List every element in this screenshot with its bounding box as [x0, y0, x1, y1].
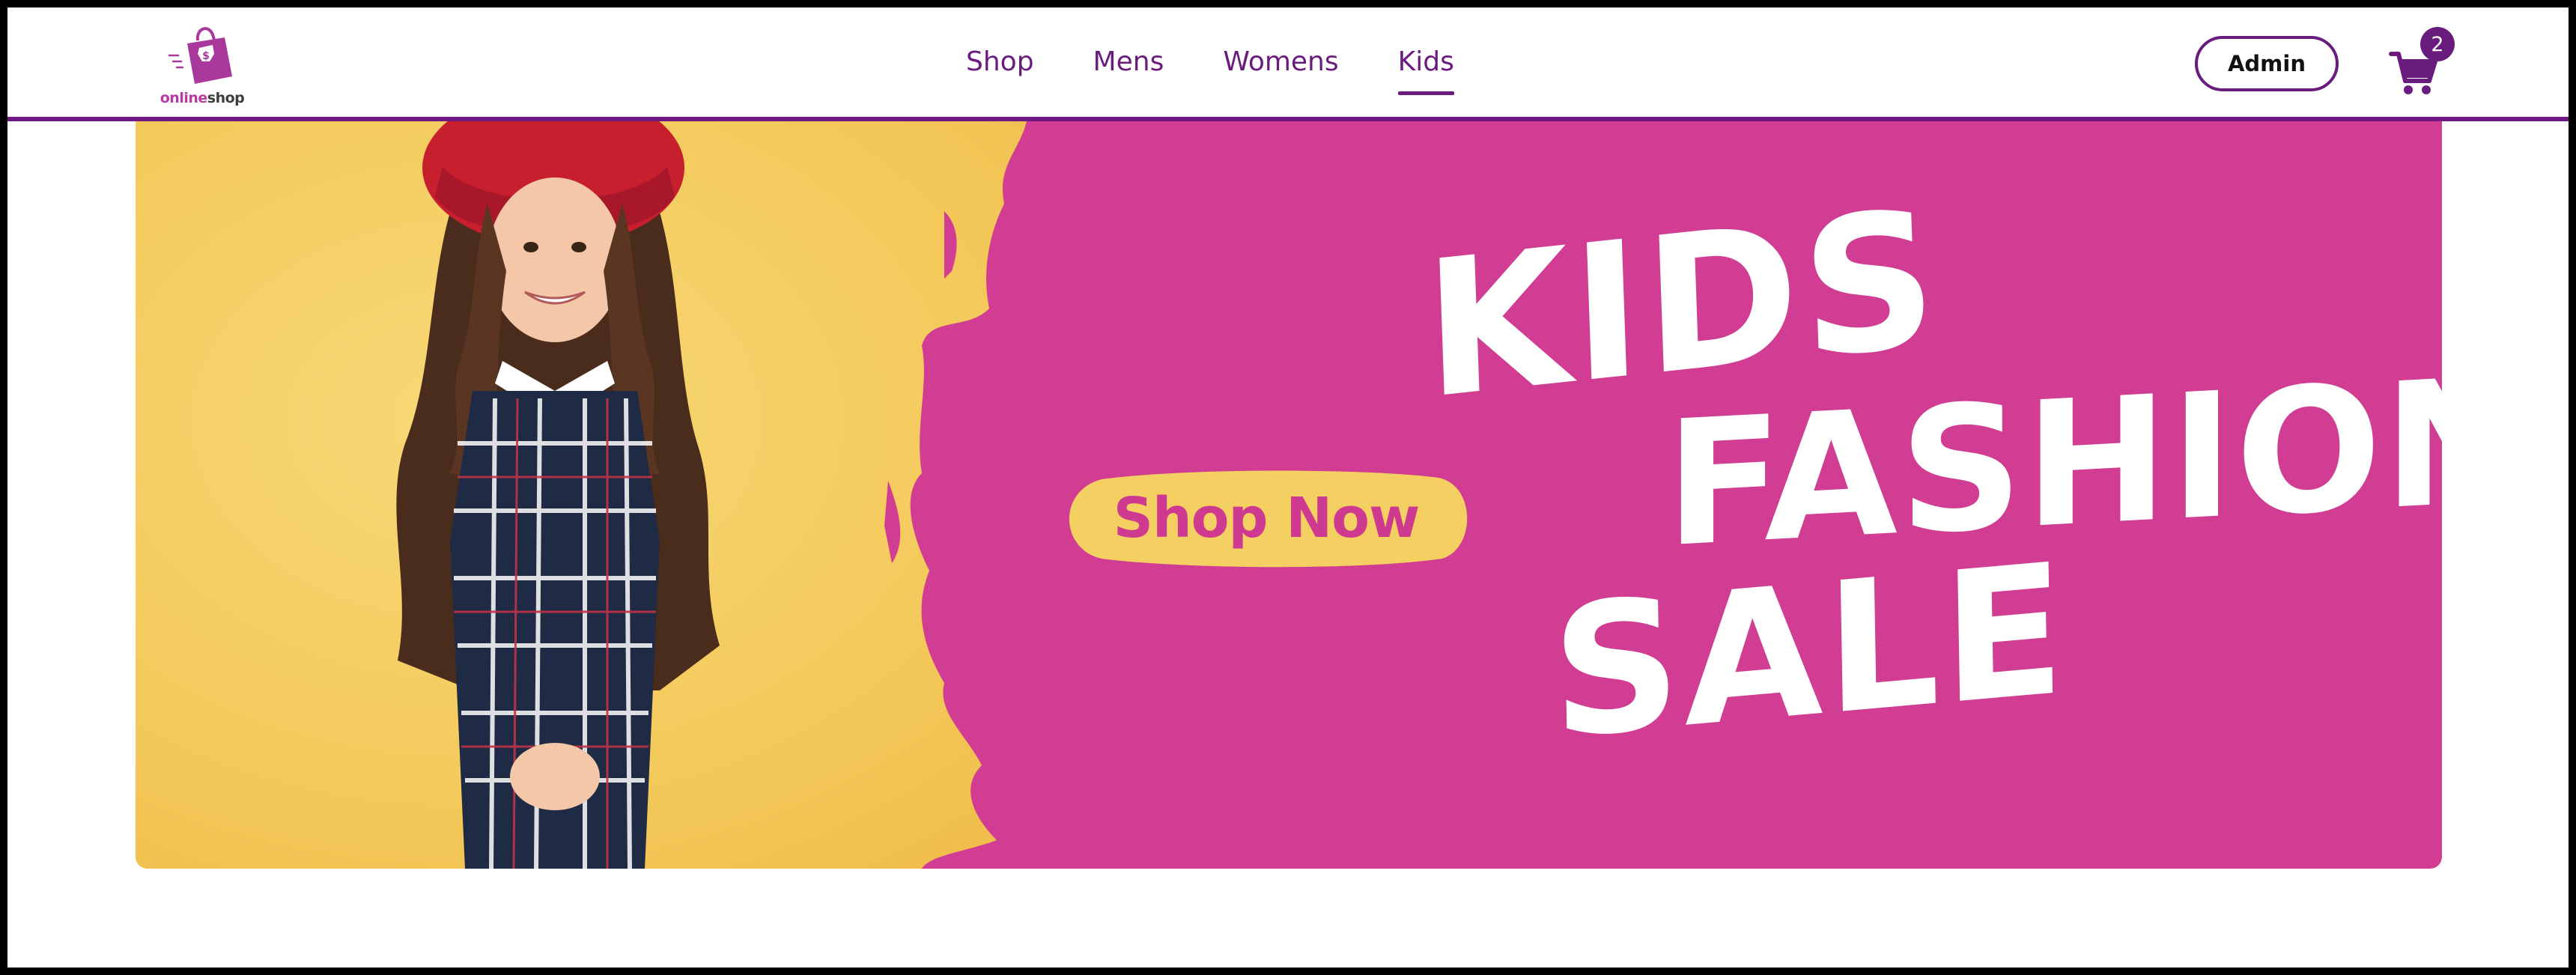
headline-sale: SALE: [1549, 523, 2070, 780]
nav-item-mens[interactable]: Mens: [1093, 45, 1164, 90]
nav-item-womens[interactable]: Womens: [1223, 45, 1338, 90]
shop-now-button[interactable]: Shop Now: [1057, 466, 1476, 571]
shop-now-label: Shop Now: [1113, 486, 1421, 550]
brand-logo[interactable]: $ onlineshop: [151, 18, 253, 111]
nav-item-kids[interactable]: Kids: [1397, 45, 1455, 95]
shopping-bag-icon: $: [168, 27, 232, 84]
brand-name-part1: online: [160, 90, 208, 106]
app-frame: $ onlineshop Shop Mens Womens Kids Admin…: [7, 7, 2569, 968]
nav-item-shop[interactable]: Shop: [966, 45, 1034, 90]
svg-text:$: $: [202, 50, 210, 62]
main-nav: Shop Mens Womens Kids: [966, 45, 1455, 105]
brand-name: onlineshop: [151, 90, 253, 106]
cart-button[interactable]: 2: [2389, 27, 2456, 102]
hero-banner[interactable]: Shop Now KIDS FASHION SALE: [136, 121, 2442, 869]
top-header: $ onlineshop Shop Mens Womens Kids Admin…: [7, 7, 2569, 117]
cart-count-badge: 2: [2420, 27, 2455, 61]
admin-button[interactable]: Admin: [2195, 36, 2339, 91]
brand-name-part2: shop: [207, 90, 245, 106]
